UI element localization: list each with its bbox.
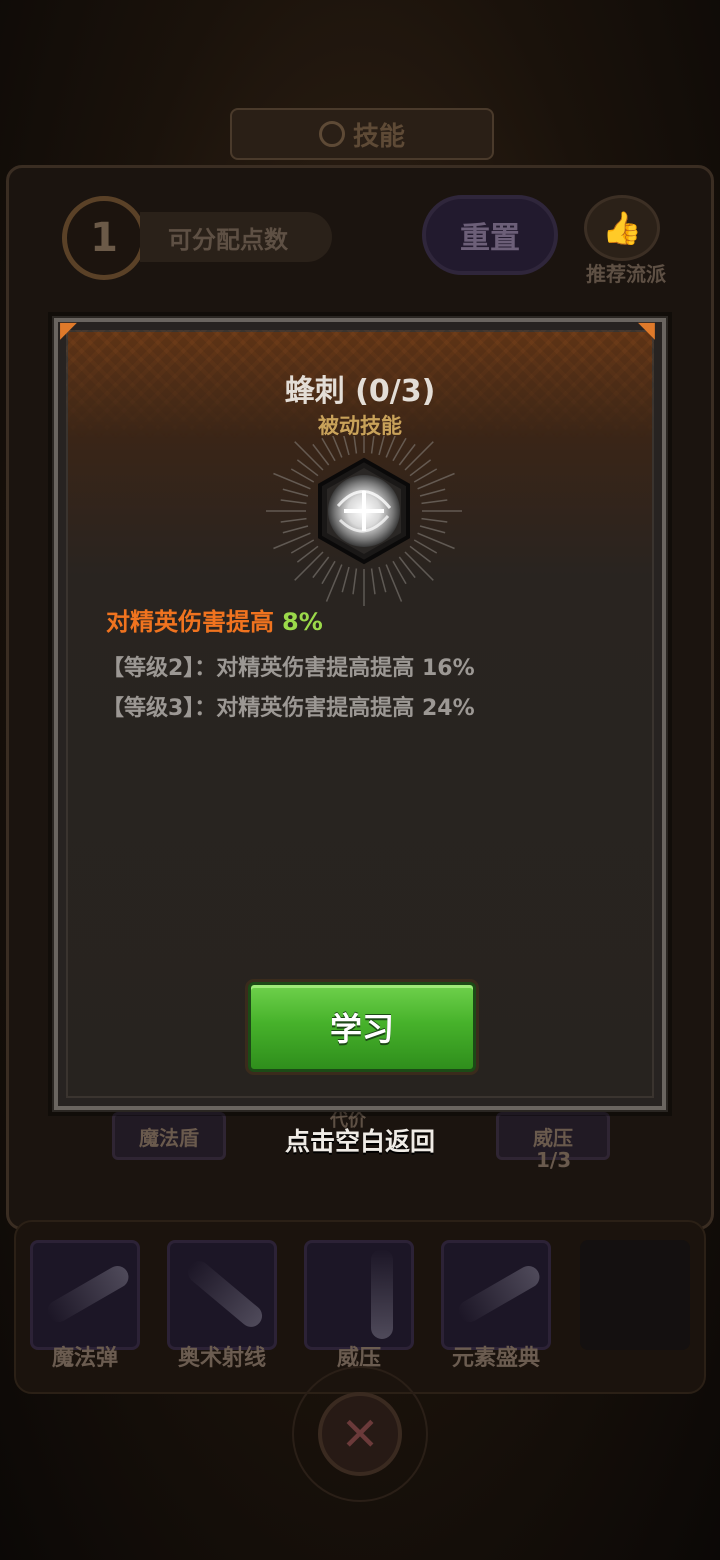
corner-ornament-icon: ◥ [638, 318, 655, 343]
skill-slot-magic-bolt[interactable] [30, 1240, 140, 1350]
light-ray [273, 532, 311, 550]
light-ray [353, 436, 358, 454]
light-ray [325, 564, 343, 602]
points-label: 可分配点数 [140, 212, 332, 262]
light-ray [321, 437, 336, 462]
screen-title: 技能 [230, 108, 494, 160]
level-3-description: 【等级3】：对精英伤害提高提高 24% [102, 696, 475, 721]
light-ray [385, 564, 403, 602]
light-ray [378, 436, 385, 456]
skill-slot-intimidate[interactable] [304, 1240, 414, 1350]
light-ray [273, 472, 311, 490]
skill-emblem-icon [318, 121, 345, 147]
light-ray [421, 517, 448, 523]
skill-slot-label: 元素盛典 [451, 1346, 540, 1371]
light-ray [343, 436, 350, 456]
light-ray [280, 499, 307, 505]
light-ray [294, 551, 324, 581]
skill-slot-label: 奥术射线 [177, 1346, 266, 1371]
skill-detail-modal: ◤ ◥ 蜂刺 (0/3) 被动技能 对精英伤害提高 8% 【等级2】：对精英伤害… [52, 316, 668, 1112]
light-ray [419, 525, 446, 534]
skill-slot-label: 魔法弹 [51, 1346, 118, 1371]
light-ray [290, 468, 315, 483]
reset-button[interactable]: 重置 [422, 195, 558, 275]
light-ray [294, 441, 324, 471]
light-ray [404, 441, 434, 471]
light-ray [321, 560, 336, 585]
light-ray [419, 488, 446, 497]
light-ray [378, 566, 387, 593]
level-2-description: 【等级2】：对精英伤害提高提高 16% [102, 656, 475, 681]
light-ray [421, 499, 448, 505]
light-ray [280, 517, 307, 523]
light-ray [341, 566, 350, 593]
close-icon[interactable]: ✕ [292, 1366, 428, 1502]
light-ray [417, 532, 455, 550]
light-ray [385, 436, 396, 458]
tap-blank-to-return-hint: 点击空白返回 [284, 1127, 435, 1156]
light-ray [290, 539, 315, 554]
light-ray [332, 436, 343, 458]
learn-button[interactable]: 学习 [248, 982, 476, 1072]
light-ray [370, 436, 375, 454]
skill-slot-arcane-ray[interactable] [167, 1240, 277, 1350]
skill-slot-empty[interactable] [580, 1240, 690, 1350]
screen-title-text: 技能 [352, 121, 405, 152]
light-ray [352, 568, 358, 595]
skill-name: 蜂刺 (0/3) [284, 374, 436, 409]
thumbs-up-icon[interactable]: 👍 [584, 195, 660, 261]
effect-value: 8% [282, 608, 323, 636]
swirl-orb-icon [258, 436, 470, 606]
light-ray [413, 539, 438, 554]
light-ray [404, 551, 434, 581]
light-ray [282, 488, 309, 497]
light-ray [370, 568, 376, 595]
effect-description: 对精英伤害提高 8% [106, 602, 323, 637]
light-ray [417, 472, 455, 490]
available-points: 1 [62, 196, 146, 280]
skill-slot-element-feast[interactable] [441, 1240, 551, 1350]
light-ray [392, 560, 407, 585]
effect-label: 对精英伤害提高 [106, 608, 274, 636]
light-ray [282, 525, 309, 534]
corner-ornament-icon: ◤ [60, 318, 77, 343]
recommend-label[interactable]: 推荐流派 [578, 258, 674, 287]
light-ray [392, 437, 407, 462]
light-ray [413, 468, 438, 483]
